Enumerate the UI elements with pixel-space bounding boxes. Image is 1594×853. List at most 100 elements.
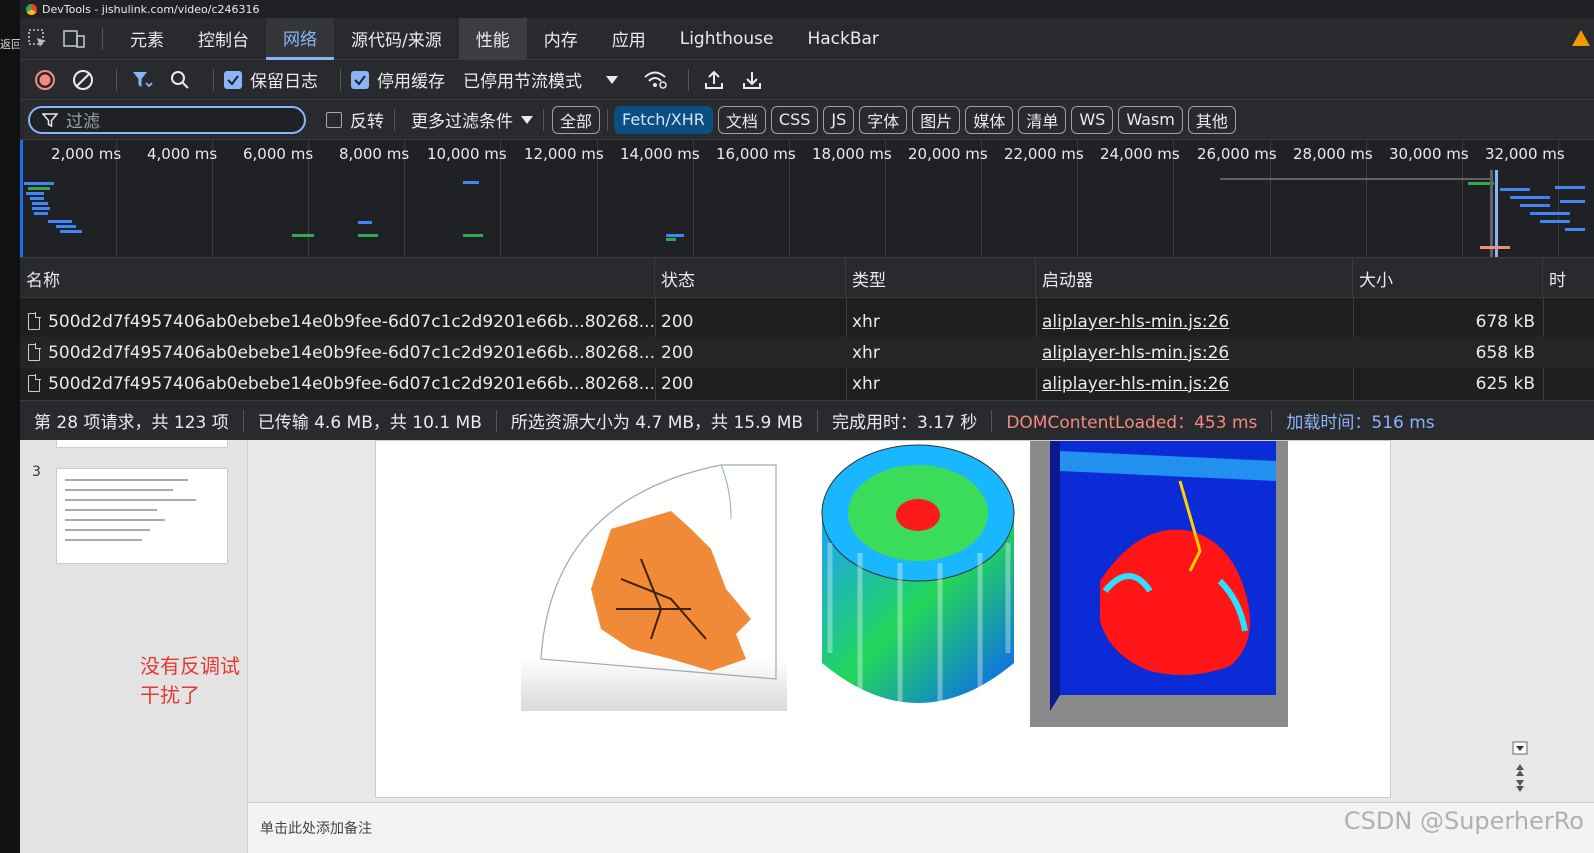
tab-elements[interactable]: 元素 <box>113 18 181 60</box>
request-initiator-link[interactable]: aliplayer-hls-min.js:26 <box>1036 368 1353 399</box>
record-stop-button[interactable] <box>30 65 60 95</box>
type-filter-img[interactable]: 图片 <box>912 105 961 134</box>
device-toggle-icon[interactable] <box>56 18 92 60</box>
tab-hackbar[interactable]: HackBar <box>790 18 895 60</box>
window-title: DevTools - jishulink.com/video/c246316 <box>42 2 260 16</box>
warning-icon[interactable] <box>1572 30 1590 46</box>
status-domcontentloaded: DOMContentLoaded：453 ms <box>1006 413 1258 433</box>
request-size: 625 kB <box>1475 373 1535 394</box>
slide-scroll-controls[interactable] <box>1512 740 1528 796</box>
column-header-time[interactable]: 时 <box>1543 258 1594 298</box>
timeline-bar <box>26 192 44 195</box>
document-icon <box>28 312 42 330</box>
tab-network[interactable]: 网络 <box>266 17 334 60</box>
tab-lighthouse[interactable]: Lighthouse <box>663 18 791 60</box>
table-row[interactable]: 500d2d7f4957406ab0ebebe14e0b9fee-6d07c1c… <box>20 368 1594 399</box>
request-size: 678 kB <box>1475 311 1535 332</box>
request-name-cell[interactable]: 500d2d7f4957406ab0ebebe14e0b9fee-6d07c1c… <box>20 368 655 399</box>
timeline-bar <box>32 202 48 205</box>
throttling-dropdown[interactable]: 已停用节流模式 <box>463 67 618 92</box>
type-filter-css[interactable]: CSS <box>770 105 819 134</box>
timeline-tick: 12,000 ms <box>524 140 604 257</box>
slide-thumbnail[interactable] <box>56 468 228 564</box>
network-conditions-icon[interactable] <box>640 65 670 95</box>
presentation-area: 3 没有反调试干扰了 单击此处添加备注 CSDN @SuperherRo <box>20 440 1594 853</box>
request-type: xhr <box>852 342 880 363</box>
tab-application[interactable]: 应用 <box>595 18 663 60</box>
request-name: 500d2d7f4957406ab0ebebe14e0b9fee-6d07c1c… <box>48 311 655 332</box>
table-row[interactable]: 500d2d7f4957406ab0ebebe14e0b9fee-6d07c1c… <box>20 306 1594 337</box>
filter-input[interactable]: 过滤 <box>28 105 306 134</box>
column-header-initiator[interactable]: 启动器 <box>1036 258 1353 298</box>
request-initiator-link[interactable]: aliplayer-hls-min.js:26 <box>1036 337 1353 368</box>
request-status: 200 <box>661 373 694 394</box>
type-filter-doc[interactable]: 文档 <box>717 105 766 134</box>
slide-number: 3 <box>32 464 41 480</box>
timeline-bar <box>463 181 479 184</box>
table-row[interactable]: 500d2d7f4957406ab0ebebe14e0b9fee-6d07c1c… <box>20 337 1594 368</box>
status-resources: 所选资源大小为 4.7 MB，共 15.9 MB <box>510 413 804 433</box>
type-filter-font[interactable]: 字体 <box>859 105 908 134</box>
request-name-cell[interactable]: 500d2d7f4957406ab0ebebe14e0b9fee-6d07c1c… <box>20 337 655 368</box>
filter-funnel-icon[interactable] <box>127 65 157 95</box>
timeline-tick: 30,000 ms <box>1389 140 1469 257</box>
requests-table-header: 名称 状态 类型 启动器 大小 时 <box>20 258 1594 298</box>
fea-orange-mesh-image <box>521 464 787 711</box>
preserve-log-checkbox[interactable]: 保留日志 <box>224 67 318 92</box>
type-filter-media[interactable]: 媒体 <box>965 105 1014 134</box>
request-name-cell[interactable]: 500d2d7f4957406ab0ebebe14e0b9fee-6d07c1c… <box>20 306 655 337</box>
network-overview-timeline[interactable]: 2,000 ms 4,000 ms 6,000 ms 8,000 ms 10,0… <box>20 140 1594 258</box>
export-har-icon[interactable] <box>737 65 767 95</box>
timeline-tick: 24,000 ms <box>1100 140 1180 257</box>
document-icon <box>28 343 42 361</box>
timeline-bar <box>666 238 676 241</box>
tab-sources[interactable]: 源代码/来源 <box>334 18 459 60</box>
type-filter-js[interactable]: JS <box>823 105 855 134</box>
network-toolbar: 保留日志 停用缓存 已停用节流模式 <box>20 60 1594 100</box>
timeline-bar <box>28 187 50 190</box>
slide-canvas[interactable] <box>375 440 1391 798</box>
type-filter-all[interactable]: 全部 <box>552 105 601 134</box>
filter-placeholder: 过滤 <box>66 112 100 132</box>
more-filters-dropdown[interactable]: 更多过滤条件 <box>411 107 533 132</box>
search-icon[interactable] <box>165 65 195 95</box>
type-filter-manifest[interactable]: 清单 <box>1018 105 1067 134</box>
column-header-type[interactable]: 类型 <box>846 258 1036 298</box>
inspect-element-icon[interactable] <box>20 18 56 60</box>
timeline-tick: 2,000 ms <box>51 140 121 257</box>
type-filter-wasm[interactable]: Wasm <box>1118 105 1183 134</box>
timeline-bar <box>60 230 82 233</box>
request-type: xhr <box>852 373 880 394</box>
timeline-tick: 10,000 ms <box>427 140 507 257</box>
request-name: 500d2d7f4957406ab0ebebe14e0b9fee-6d07c1c… <box>48 373 655 394</box>
timeline-tick: 32,000 ms <box>1485 140 1565 257</box>
clear-icon[interactable] <box>68 65 98 95</box>
status-request-count: 第 28 项请求，共 123 项 <box>34 413 229 433</box>
type-filter-fetch-xhr[interactable]: Fetch/XHR <box>614 105 713 134</box>
import-har-icon[interactable] <box>699 65 729 95</box>
disable-cache-checkbox[interactable]: 停用缓存 <box>351 67 445 92</box>
tab-memory[interactable]: 内存 <box>527 18 595 60</box>
throttling-label: 已停用节流模式 <box>463 72 582 92</box>
annotation-text: 没有反调试干扰了 <box>140 654 240 707</box>
timeline-bar <box>32 207 50 210</box>
timeline-tick: 16,000 ms <box>716 140 796 257</box>
requests-table-body: 500d2d7f4957406ab0ebebe14e0b9fee-6d07c1c… <box>20 298 1594 400</box>
column-header-status[interactable]: 状态 <box>655 258 846 298</box>
tab-performance[interactable]: 性能 <box>458 17 527 60</box>
notes-placeholder: 单击此处添加备注 <box>260 821 372 837</box>
slide-thumbnail[interactable] <box>56 440 228 448</box>
window-titlebar: DevTools - jishulink.com/video/c246316 <box>20 0 1594 18</box>
watermark-text: CSDN @SuperherRo <box>1343 807 1584 835</box>
invert-checkbox[interactable] <box>326 111 342 128</box>
request-initiator-link[interactable]: aliplayer-hls-min.js:26 <box>1036 306 1353 337</box>
timeline-tick: 28,000 ms <box>1293 140 1373 257</box>
column-header-name[interactable]: 名称 <box>20 258 655 298</box>
tab-console[interactable]: 控制台 <box>181 18 266 60</box>
preserve-log-label: 保留日志 <box>250 72 318 92</box>
left-edge-stripe: 返回读 <box>0 0 20 853</box>
type-filter-ws[interactable]: WS <box>1071 105 1114 134</box>
timeline-bar <box>666 234 684 237</box>
column-header-size[interactable]: 大小 <box>1353 258 1543 298</box>
type-filter-other[interactable]: 其他 <box>1187 105 1236 134</box>
